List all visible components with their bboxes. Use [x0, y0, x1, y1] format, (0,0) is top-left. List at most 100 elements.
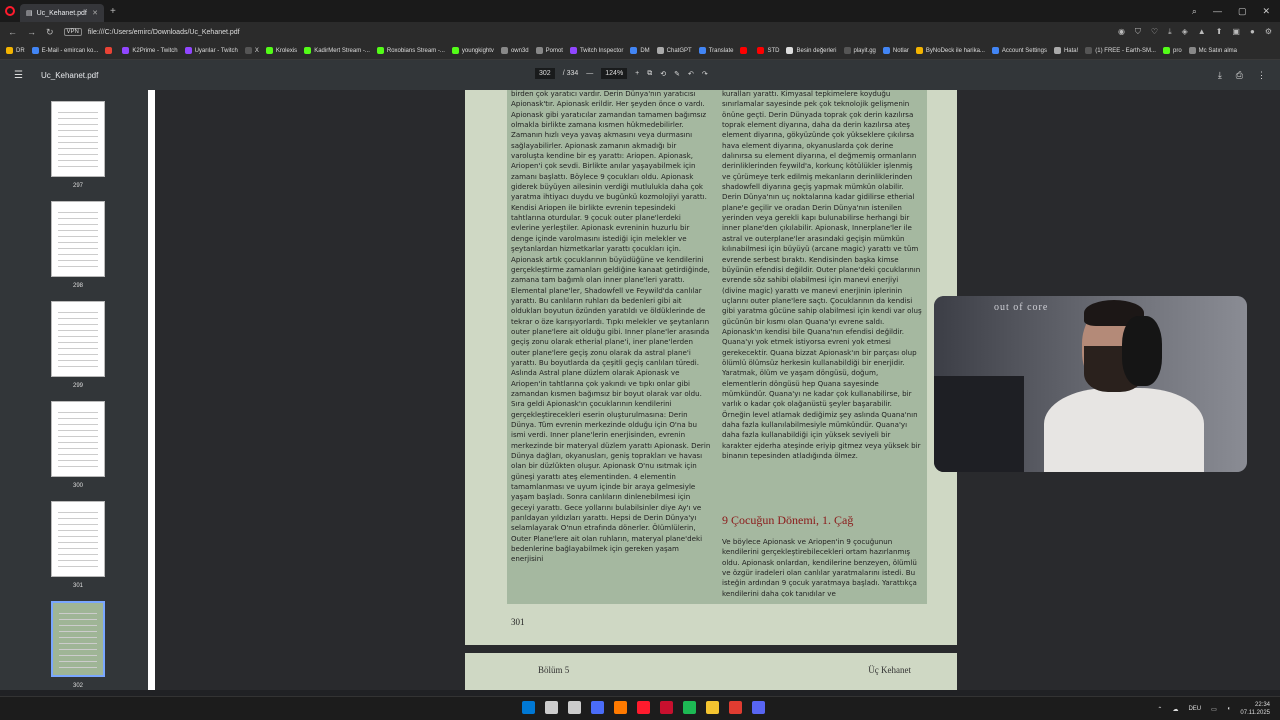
- bookmark-item[interactable]: [740, 47, 750, 54]
- page-thumbnail[interactable]: [51, 101, 105, 177]
- profile-icon[interactable]: ●: [1250, 27, 1255, 37]
- search-tabs-icon[interactable]: ⌕: [1192, 6, 1197, 17]
- thumbnail-page-number: 302: [72, 683, 83, 689]
- vpn-badge[interactable]: VPN: [63, 28, 82, 36]
- pdf-download-icon[interactable]: ⤓: [1218, 70, 1222, 81]
- bookmark-item[interactable]: ChatGPT: [656, 47, 692, 54]
- bookmark-item[interactable]: playit.gg: [843, 47, 876, 54]
- bookmark-item[interactable]: Mc Satın alma: [1188, 47, 1237, 54]
- extension-icon[interactable]: ⬆: [1216, 27, 1223, 37]
- bookmark-item[interactable]: E-Mail - emircan ko...: [31, 47, 98, 54]
- aria-icon[interactable]: ▲: [1198, 27, 1206, 37]
- download-icon[interactable]: ⤓: [1168, 27, 1172, 37]
- bookmark-item[interactable]: Krolexis: [265, 47, 297, 54]
- redo-icon[interactable]: ↷: [702, 70, 708, 78]
- bookmark-item[interactable]: K2Prime - Twitch: [122, 47, 178, 54]
- bookmark-item[interactable]: Pomot: [535, 47, 563, 54]
- language-indicator[interactable]: DEU: [1188, 706, 1201, 712]
- taskbar-app-icon[interactable]: [683, 701, 696, 714]
- bookmark-favicon-icon: [6, 47, 13, 54]
- bookmark-label: Twitch Inspector: [579, 47, 624, 54]
- reload-icon[interactable]: ↻: [46, 27, 54, 38]
- bookmark-favicon-icon: [122, 47, 130, 54]
- page-thumbnail[interactable]: [51, 301, 105, 377]
- opera-logo-icon[interactable]: [0, 0, 20, 22]
- thumbnail-text-line: [58, 254, 98, 255]
- network-icon[interactable]: ▭: [1211, 706, 1217, 713]
- bookmark-item[interactable]: Hata!: [1053, 47, 1078, 54]
- zoom-in-icon[interactable]: +: [635, 70, 639, 77]
- zoom-out-icon[interactable]: —: [586, 70, 593, 77]
- bookmark-item[interactable]: youngkightv: [451, 47, 494, 54]
- thumbnail-page-number: 297: [72, 183, 83, 189]
- bookmark-item[interactable]: Uyarılar - Twitch: [184, 47, 238, 54]
- bookmark-item[interactable]: own3d: [500, 47, 529, 54]
- page-thumbnail[interactable]: [51, 401, 105, 477]
- page-thumbnail[interactable]: [51, 601, 105, 677]
- bookmark-item[interactable]: Roxobians Stream -...: [376, 47, 445, 54]
- taskbar-app-icon[interactable]: [752, 701, 765, 714]
- bookmark-item[interactable]: ByNoDeck ile harika...: [915, 47, 985, 54]
- menu-icon[interactable]: ☰: [14, 70, 23, 81]
- bookmark-item[interactable]: Translate: [698, 47, 733, 54]
- thumbnail-text-line: [59, 631, 97, 632]
- bookmark-item[interactable]: [105, 47, 115, 54]
- bookmark-item[interactable]: X: [244, 47, 259, 54]
- taskbar-app-icon[interactable]: [706, 701, 719, 714]
- bookmark-item[interactable]: KadirMert Stream -...: [304, 47, 370, 54]
- bookmark-item[interactable]: STD: [757, 47, 779, 54]
- bookmark-item[interactable]: Account Settings: [991, 47, 1047, 54]
- heart-icon[interactable]: ♡: [1151, 27, 1158, 37]
- close-tab-icon[interactable]: ✕: [92, 9, 98, 17]
- fit-page-icon[interactable]: ⧉: [647, 70, 652, 78]
- bookmark-favicon-icon: [740, 47, 748, 54]
- clock[interactable]: 22:34 07.11.2025: [1240, 701, 1270, 717]
- settings-icon[interactable]: ⚙: [1265, 27, 1272, 37]
- bookmark-item[interactable]: Besin değerleri: [786, 47, 837, 54]
- rotate-icon[interactable]: ⟲: [660, 70, 666, 78]
- address-field[interactable]: VPN file:///C:/Users/emirc/Downloads/Uc_…: [63, 28, 240, 36]
- shield-icon[interactable]: ⛉: [1135, 27, 1141, 37]
- browser-tab[interactable]: ▤ Uc_Kehanet.pdf ✕: [20, 4, 104, 22]
- thumbnail-text-line: [58, 360, 98, 361]
- thumbnail-text-line: [58, 148, 98, 149]
- maximize-button[interactable]: ▢: [1238, 6, 1247, 17]
- sidebar-scrollbar[interactable]: [148, 90, 155, 690]
- zoom-level-input[interactable]: 124%: [601, 68, 628, 79]
- more-options-icon[interactable]: ⋮: [1257, 70, 1266, 81]
- new-tab-button[interactable]: +: [110, 6, 116, 17]
- thumbnail-text-line: [58, 354, 98, 355]
- bookmark-item[interactable]: DM: [630, 47, 650, 54]
- thumbnail-text-line: [58, 248, 98, 249]
- taskbar-app-icon[interactable]: [660, 701, 673, 714]
- back-icon[interactable]: ←: [8, 27, 17, 37]
- bookmark-item[interactable]: (1) FREE - Earth-SM...: [1085, 47, 1156, 54]
- print-icon[interactable]: ⎙: [1236, 70, 1243, 81]
- cloud-icon[interactable]: ☁: [1172, 706, 1178, 713]
- page-thumbnail[interactable]: [51, 501, 105, 577]
- bookmark-item[interactable]: Notlar: [882, 47, 909, 54]
- camera-icon[interactable]: ◉: [1118, 27, 1125, 37]
- undo-icon[interactable]: ↶: [688, 70, 694, 78]
- taskbar-app-icon[interactable]: [614, 701, 627, 714]
- bookmark-item[interactable]: DR: [6, 47, 25, 54]
- taskbar-app-icon[interactable]: [568, 701, 581, 714]
- bookmark-item[interactable]: pro: [1162, 47, 1182, 54]
- minimize-button[interactable]: —: [1213, 6, 1222, 17]
- taskbar-app-icon[interactable]: [545, 701, 558, 714]
- url-text[interactable]: file:///C:/Users/emirc/Downloads/Uc_Keha…: [88, 29, 240, 36]
- taskbar-app-icon[interactable]: [637, 701, 650, 714]
- taskbar-app-icon[interactable]: [729, 701, 742, 714]
- cube-icon[interactable]: ◈: [1182, 27, 1188, 37]
- page-number-input[interactable]: 302: [535, 68, 555, 79]
- wallet-icon[interactable]: ▣: [1232, 27, 1240, 37]
- volume-icon[interactable]: ◖: [1227, 706, 1231, 712]
- close-window-button[interactable]: ✕: [1262, 6, 1270, 17]
- page-thumbnail[interactable]: [51, 201, 105, 277]
- chevron-up-icon[interactable]: ⌃: [1157, 706, 1162, 713]
- bookmark-item[interactable]: Twitch Inspector: [569, 47, 624, 54]
- draw-icon[interactable]: ✎: [674, 70, 680, 78]
- taskbar-app-icon[interactable]: [522, 701, 535, 714]
- forward-icon[interactable]: →: [27, 27, 36, 37]
- taskbar-app-icon[interactable]: [591, 701, 604, 714]
